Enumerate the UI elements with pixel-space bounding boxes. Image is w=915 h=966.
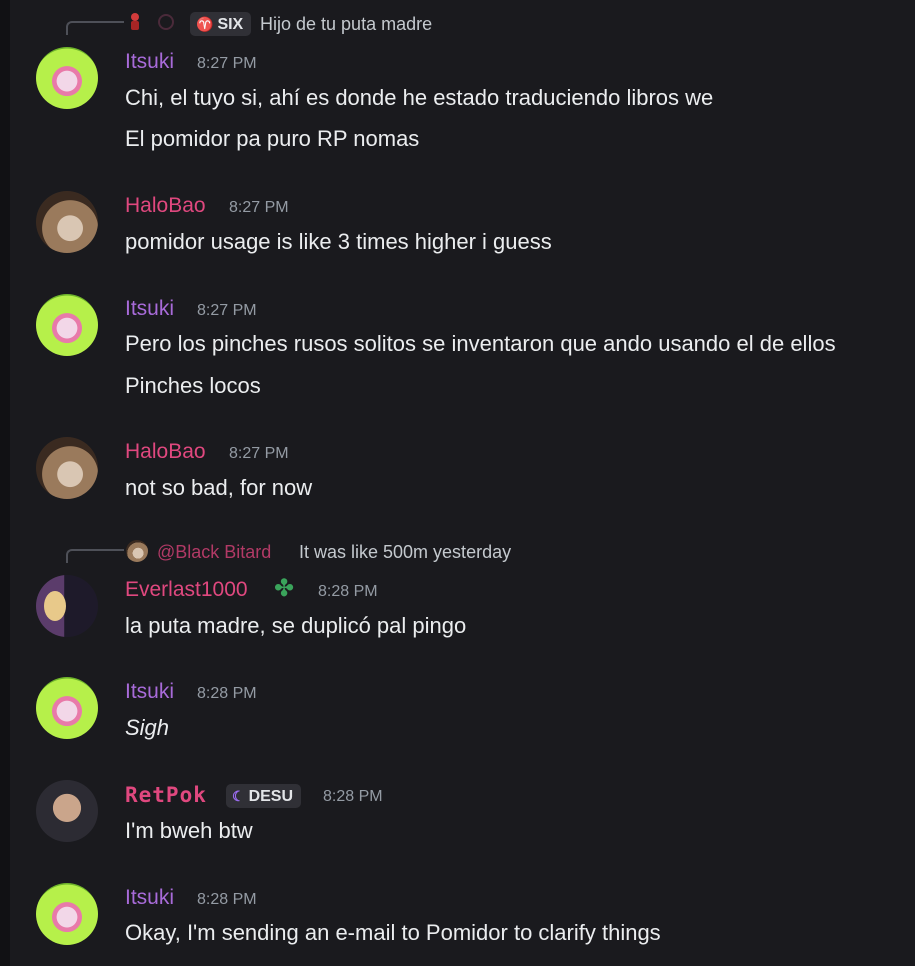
avatar[interactable]: [36, 191, 98, 253]
timestamp[interactable]: 8:27 PM: [197, 302, 257, 320]
avatar[interactable]: [36, 437, 98, 499]
message-line: Chi, el tuyo si, ahí es donde he estado …: [125, 85, 714, 110]
avatar[interactable]: [36, 47, 98, 109]
author-name[interactable]: Itsuki: [125, 50, 174, 74]
reply-connector: [66, 21, 124, 35]
message-line: not so bad, for now: [125, 475, 313, 500]
timestamp[interactable]: 8:27 PM: [197, 55, 257, 73]
reply-preview-text[interactable]: Hijo de tu puta madre: [260, 14, 432, 35]
author-name[interactable]: RetPok: [125, 783, 207, 807]
author-name[interactable]: Everlast1000: [125, 578, 248, 602]
reply-avatar-icon: [126, 540, 148, 562]
timestamp[interactable]: 8:28 PM: [318, 583, 378, 601]
author-name[interactable]: HaloBao: [125, 194, 206, 218]
avatar[interactable]: [36, 677, 98, 739]
red-figure-icon: [129, 12, 141, 32]
timestamp[interactable]: 8:28 PM: [197, 685, 257, 703]
message-line: El pomidor pa puro RP nomas: [125, 126, 420, 151]
timestamp[interactable]: 8:28 PM: [323, 788, 383, 806]
server-tag[interactable]: ☾ DESU: [226, 784, 302, 808]
author-name[interactable]: Itsuki: [125, 680, 174, 704]
author-name[interactable]: HaloBao: [125, 440, 206, 464]
channel-gutter: [0, 0, 10, 966]
timestamp[interactable]: 8:27 PM: [229, 199, 289, 217]
reply-mention[interactable]: @Black Bitard: [157, 542, 271, 563]
message-line: Sigh: [125, 715, 170, 740]
timestamp[interactable]: 8:28 PM: [197, 891, 257, 909]
avatar[interactable]: [36, 575, 98, 637]
goat-icon: ♈: [196, 16, 214, 32]
message-line: Pero los pinches rusos solitos se invent…: [125, 331, 836, 356]
clover-icon[interactable]: ✤: [274, 574, 294, 602]
moon-icon: ☾: [232, 788, 245, 804]
message-line: pomidor usage is like 3 times higher i g…: [125, 229, 552, 254]
message-line: I'm bweh btw: [125, 818, 253, 843]
message-line: Pinches locos: [125, 373, 261, 398]
reply-connector: [66, 549, 124, 563]
message-line: Okay, I'm sending an e-mail to Pomidor t…: [125, 920, 661, 945]
author-name[interactable]: Itsuki: [125, 297, 174, 321]
avatar[interactable]: [36, 883, 98, 945]
reply-preview-text[interactable]: It was like 500m yesterday: [299, 542, 511, 563]
avatar[interactable]: [36, 780, 98, 842]
timestamp[interactable]: 8:27 PM: [229, 445, 289, 463]
author-name[interactable]: Itsuki: [125, 886, 174, 910]
reply-server-tag[interactable]: ♈ SIX: [190, 12, 252, 36]
dark-emblem-icon: [157, 13, 175, 31]
avatar[interactable]: [36, 294, 98, 356]
message-line: la puta madre, se duplicó pal pingo: [125, 613, 467, 638]
